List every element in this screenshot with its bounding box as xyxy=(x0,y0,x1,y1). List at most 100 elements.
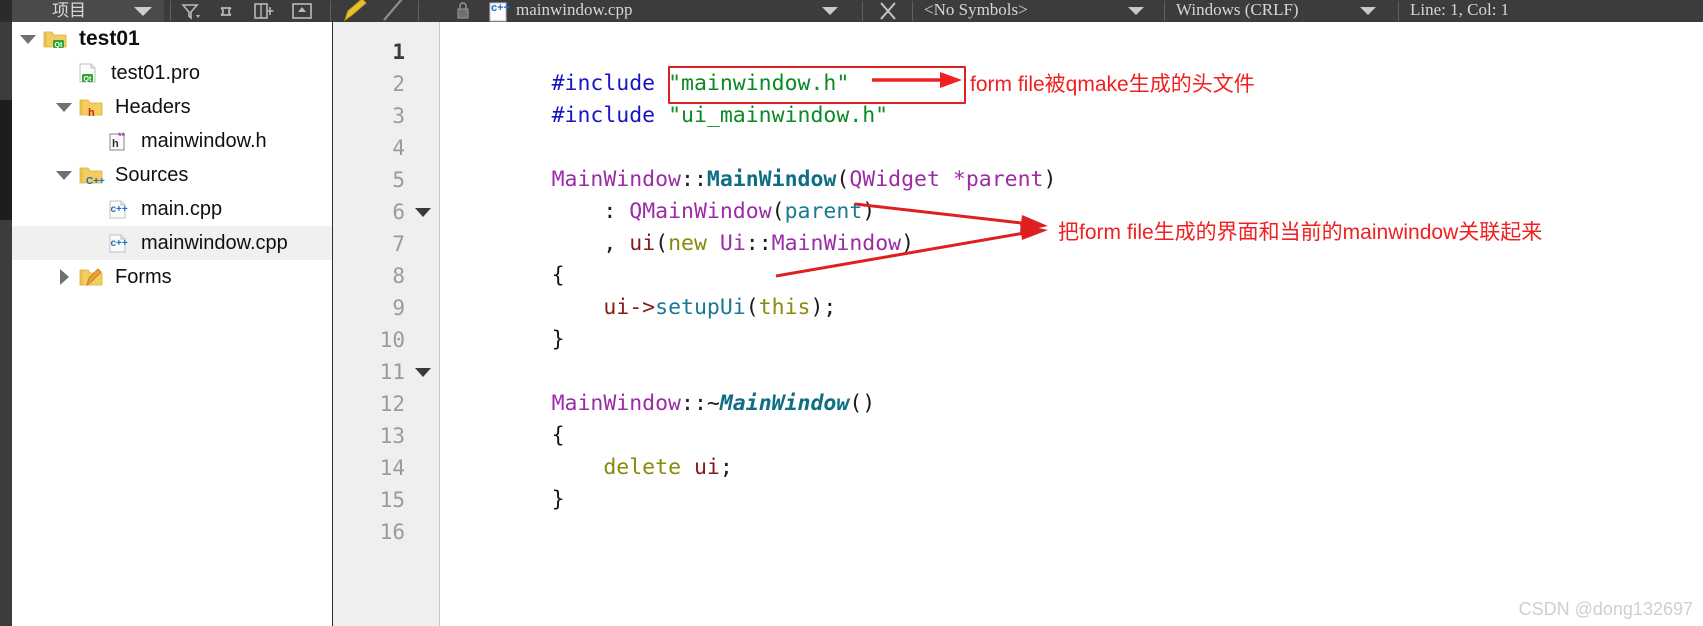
fold-marker-icon[interactable] xyxy=(415,368,431,377)
tree-item-label: Forms xyxy=(115,265,172,288)
code-editor[interactable]: 1 2 3 4 5 6 7 8 9 10 11 12 13 14 15 16 #… xyxy=(333,22,1703,626)
fold-marker-icon[interactable] xyxy=(415,208,431,217)
maximize-pane-icon[interactable] xyxy=(288,0,316,22)
code-line-14: } xyxy=(448,452,565,512)
symbols-combo-label: <No Symbols> xyxy=(924,0,1028,19)
project-tree-panel: Qt test01 Qt test01.pro h Headers h ** m… xyxy=(0,22,333,626)
arrow-token: -> xyxy=(629,295,656,320)
method-token: setupUi xyxy=(655,295,746,320)
svg-text:Qt: Qt xyxy=(84,76,92,83)
svg-text:Qt: Qt xyxy=(55,42,63,49)
line-ending-combo[interactable]: Windows (CRLF) xyxy=(1176,0,1299,22)
cursor-position-label: Line: 1, Col: 1 xyxy=(1410,0,1510,19)
code-line-7: { xyxy=(448,228,565,288)
code-line-11: MainWindow::~MainWindow() xyxy=(448,356,876,416)
toolbar-left-strip xyxy=(0,0,12,22)
string-token: "ui_mainwindow.h" xyxy=(668,103,889,128)
cpp-folder-icon: C++ xyxy=(76,163,106,187)
namespace-token: Ui xyxy=(719,231,746,256)
pencil-icon[interactable] xyxy=(340,0,370,22)
semicolon-token: ; xyxy=(823,295,837,320)
tree-item-sources[interactable]: C++ Sources xyxy=(12,158,332,192)
tree-item-label: mainwindow.h xyxy=(141,129,267,152)
member-token: ui xyxy=(603,295,630,320)
active-file-tab-label: mainwindow.cpp xyxy=(516,0,633,19)
toolbar-separator xyxy=(170,1,171,21)
cpp-file-icon: c++ xyxy=(102,231,132,255)
toolbar-separator-3 xyxy=(418,1,419,21)
paren-token: ) xyxy=(1043,167,1057,192)
line-number: 6 xyxy=(392,200,405,224)
svg-text:**: ** xyxy=(118,131,126,141)
project-filter-combo[interactable]: 项目 xyxy=(12,0,164,22)
line-ending-chevron-down-icon[interactable] xyxy=(1360,7,1376,15)
line-number: 2 xyxy=(392,72,405,96)
line-number: 16 xyxy=(379,520,405,544)
symbols-combo[interactable]: <No Symbols> xyxy=(924,0,1028,22)
toolbar-separator-4 xyxy=(862,1,863,21)
tree-expander[interactable] xyxy=(16,34,40,44)
tree-item-headers[interactable]: h Headers xyxy=(12,90,332,124)
tree-item-test01[interactable]: Qt test01 xyxy=(12,22,332,56)
close-icon[interactable] xyxy=(872,0,904,22)
link-icon[interactable] xyxy=(212,0,240,22)
tree-item-mainwindow-h[interactable]: h ** mainwindow.h xyxy=(12,124,332,158)
toolbar-separator-5 xyxy=(912,1,913,21)
code-line-6: , ui(new Ui::MainWindow) xyxy=(448,196,914,256)
slash-icon[interactable] xyxy=(378,0,408,22)
active-file-tab[interactable]: mainwindow.cpp xyxy=(516,0,632,22)
code-line-12: { xyxy=(448,388,565,448)
lock-icon[interactable] xyxy=(452,0,474,22)
scope-token: :: xyxy=(681,391,707,416)
file-tab-chevron-down-icon[interactable] xyxy=(822,7,838,15)
chevron-down-icon xyxy=(56,102,72,112)
brace-token: } xyxy=(551,487,565,512)
class-token: MainWindow xyxy=(551,391,682,416)
line-number: 11 xyxy=(379,360,405,384)
tree-expander[interactable] xyxy=(52,102,76,112)
tree-item-label: main.cpp xyxy=(141,197,223,220)
tree-item-label: Sources xyxy=(115,163,189,186)
tree-item-label: Headers xyxy=(115,95,191,118)
paren-token: ( xyxy=(849,391,863,416)
semicolon-token: ; xyxy=(719,455,733,480)
symbols-chevron-down-icon[interactable] xyxy=(1128,7,1144,15)
cpp-file-icon: c++ xyxy=(482,0,514,22)
line-number: 4 xyxy=(392,136,405,160)
svg-text:c++: c++ xyxy=(111,204,128,215)
split-add-icon[interactable] xyxy=(250,0,278,22)
comma-token: , xyxy=(603,231,617,256)
paren-token: ( xyxy=(655,231,669,256)
preprocessor-token: #include xyxy=(551,103,656,128)
tree-item-mainwindow-cpp[interactable]: c++ mainwindow.cpp xyxy=(12,226,332,260)
destructor-token: MainWindow xyxy=(719,391,850,416)
cursor-position-indicator: Line: 1, Col: 1 xyxy=(1410,0,1509,22)
svg-text:c++: c++ xyxy=(111,238,128,249)
toolbar-separator-2 xyxy=(330,1,331,21)
toolbar-separator-7 xyxy=(1398,1,1399,21)
member-token: ui xyxy=(629,231,656,256)
keyword-token: new xyxy=(668,231,707,256)
svg-text:C++: C++ xyxy=(86,176,105,187)
line-number: 5 xyxy=(392,168,405,192)
tree-item-label: test01.pro xyxy=(111,61,200,84)
toolbar-separator-6 xyxy=(1164,1,1165,21)
line-number: 1 xyxy=(392,40,405,64)
tree-item-label: test01 xyxy=(79,27,140,50)
line-number: 14 xyxy=(379,456,405,480)
tree-expander[interactable] xyxy=(52,170,76,180)
tree-expander[interactable] xyxy=(52,269,76,285)
code-text-area[interactable]: #include "mainwindow.h" #include "ui_mai… xyxy=(440,22,1703,626)
tree-item-forms[interactable]: Forms xyxy=(12,260,332,294)
sidebar-gutter-scroll-track[interactable] xyxy=(0,100,12,220)
class-token: MainWindow xyxy=(771,231,902,256)
filter-icon[interactable] xyxy=(178,0,204,22)
code-line-9: } xyxy=(448,292,565,352)
tree-item-test01-pro[interactable]: Qt test01.pro xyxy=(12,56,332,90)
paren-token: ) xyxy=(810,295,824,320)
member-token: ui xyxy=(693,455,720,480)
code-line-5: : QMainWindow(parent) xyxy=(448,164,875,224)
code-line-2: #include "ui_mainwindow.h" xyxy=(448,68,889,128)
line-number: 12 xyxy=(379,392,405,416)
tree-item-main-cpp[interactable]: c++ main.cpp xyxy=(12,192,332,226)
